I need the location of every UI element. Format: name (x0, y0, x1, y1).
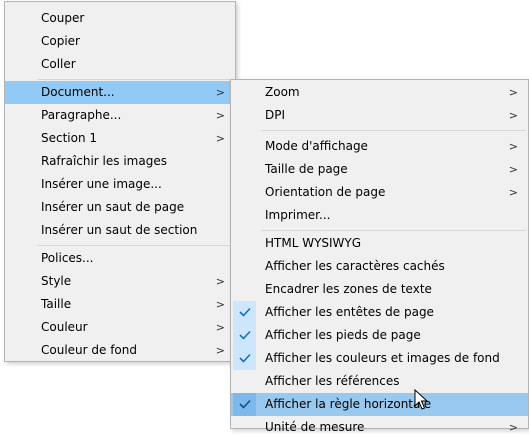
submenu-item-dpi[interactable]: DPI > (231, 104, 528, 127)
menu-item-label: Document... (41, 85, 115, 99)
checkbox-indicator (233, 393, 256, 416)
menu-item-label: Unité de mesure (265, 420, 365, 434)
menu-item-label: Afficher les entêtes de page (265, 305, 434, 319)
menu-item-label: Encadrer les zones de texte (265, 282, 432, 296)
submenu-arrow-icon: > (215, 321, 225, 334)
menu-item-label: Mode d'affichage (265, 139, 368, 153)
checkmark-icon (239, 307, 251, 317)
submenu-arrow-icon: > (508, 163, 518, 176)
submenu-item-show-page-headers[interactable]: Afficher les entêtes de page (231, 301, 528, 324)
submenu-item-zoom[interactable]: Zoom > (231, 81, 528, 104)
menu-item-label: Afficher les pieds de page (265, 328, 421, 342)
checkmark-icon (239, 330, 251, 340)
submenu-arrow-icon: > (215, 109, 225, 122)
menu-item-label: Coller (41, 57, 76, 71)
submenu-arrow-icon: > (215, 86, 225, 99)
menu-item-label: Style (41, 274, 72, 288)
menu-item-insert-image[interactable]: Insérer une image... (5, 173, 235, 196)
submenu-arrow-icon: > (215, 275, 225, 288)
menu-item-label: Imprimer... (265, 208, 331, 222)
menu-item-color[interactable]: Couleur > (5, 316, 235, 339)
menu-item-fonts[interactable]: Polices... (5, 247, 235, 270)
document-submenu: Zoom > DPI > Mode d'affichage > Taille d… (230, 79, 529, 434)
submenu-item-page-orientation[interactable]: Orientation de page > (231, 181, 528, 204)
menu-item-style[interactable]: Style > (5, 270, 235, 293)
menu-separator (37, 79, 233, 80)
menu-item-label: Couleur (41, 320, 88, 334)
menu-item-label: Copier (41, 34, 80, 48)
submenu-item-show-page-footers[interactable]: Afficher les pieds de page (231, 324, 528, 347)
checkmark-icon (239, 399, 251, 409)
menu-item-label: Afficher les références (265, 374, 400, 388)
submenu-item-measure-unit[interactable]: Unité de mesure > (231, 416, 528, 439)
submenu-item-frame-text-boxes[interactable]: Encadrer les zones de texte (231, 278, 528, 301)
menu-item-insert-page-break[interactable]: Insérer un saut de page (5, 196, 235, 219)
submenu-arrow-icon: > (508, 421, 518, 434)
menu-item-label: Insérer une image... (41, 177, 162, 191)
menu-item-size[interactable]: Taille > (5, 293, 235, 316)
menu-separator (261, 230, 526, 231)
menu-separator (37, 245, 233, 246)
menu-item-label: Rafraîchir les images (41, 154, 167, 168)
submenu-arrow-icon: > (508, 186, 518, 199)
checkbox-indicator (233, 324, 256, 347)
context-menu: Couper Copier Coller Document... > Parag… (4, 1, 236, 362)
menu-item-label: Couleur de fond (41, 343, 137, 357)
menu-item-label: Couper (41, 11, 85, 25)
menu-item-insert-section-break[interactable]: Insérer un saut de section (5, 219, 235, 242)
menu-item-label: DPI (265, 108, 286, 122)
mouse-pointer-icon (414, 389, 428, 410)
submenu-arrow-icon: > (508, 109, 518, 122)
checkmark-icon (239, 353, 251, 363)
submenu-item-show-hidden-chars[interactable]: Afficher les caractères cachés (231, 255, 528, 278)
menu-item-label: Insérer un saut de section (41, 223, 198, 237)
menu-item-refresh-images[interactable]: Rafraîchir les images (5, 150, 235, 173)
menu-item-document[interactable]: Document... > (5, 81, 235, 104)
menu-separator (261, 130, 526, 131)
submenu-arrow-icon: > (508, 140, 518, 153)
submenu-item-page-size[interactable]: Taille de page > (231, 158, 528, 181)
menu-item-label: Orientation de page (265, 185, 386, 199)
menu-item-label: Polices... (41, 251, 94, 265)
menu-item-section[interactable]: Section 1 > (5, 127, 235, 150)
menu-item-label: HTML WYSIWYG (265, 236, 362, 250)
submenu-arrow-icon: > (215, 344, 225, 357)
menu-item-label: Afficher la règle horizontale (265, 397, 432, 411)
menu-item-label: Afficher les couleurs et images de fond (265, 351, 500, 365)
submenu-arrow-icon: > (215, 132, 225, 145)
menu-item-background-color[interactable]: Couleur de fond > (5, 339, 235, 362)
checkbox-indicator (233, 301, 256, 324)
menu-item-label: Taille de page (265, 162, 348, 176)
menu-item-label: Zoom (265, 85, 300, 99)
submenu-arrow-icon: > (215, 298, 225, 311)
submenu-item-html-wysiwyg[interactable]: HTML WYSIWYG (231, 232, 528, 255)
submenu-item-show-background[interactable]: Afficher les couleurs et images de fond (231, 347, 528, 370)
submenu-item-display-mode[interactable]: Mode d'affichage > (231, 135, 528, 158)
menu-item-copy[interactable]: Copier (5, 30, 235, 53)
menu-item-cut[interactable]: Couper (5, 7, 235, 30)
menu-item-label: Insérer un saut de page (41, 200, 185, 214)
checkbox-indicator (233, 347, 256, 370)
menu-item-label: Taille (41, 297, 72, 311)
submenu-arrow-icon: > (508, 86, 518, 99)
menu-item-paragraph[interactable]: Paragraphe... > (5, 104, 235, 127)
submenu-item-print[interactable]: Imprimer... (231, 204, 528, 227)
menu-item-label: Section 1 (41, 131, 98, 145)
submenu-item-show-references[interactable]: Afficher les références (231, 370, 528, 393)
submenu-item-show-horizontal-ruler[interactable]: Afficher la règle horizontale (231, 393, 528, 416)
menu-item-label: Afficher les caractères cachés (265, 259, 445, 273)
menu-item-label: Paragraphe... (41, 108, 122, 122)
menu-item-paste[interactable]: Coller (5, 53, 235, 76)
